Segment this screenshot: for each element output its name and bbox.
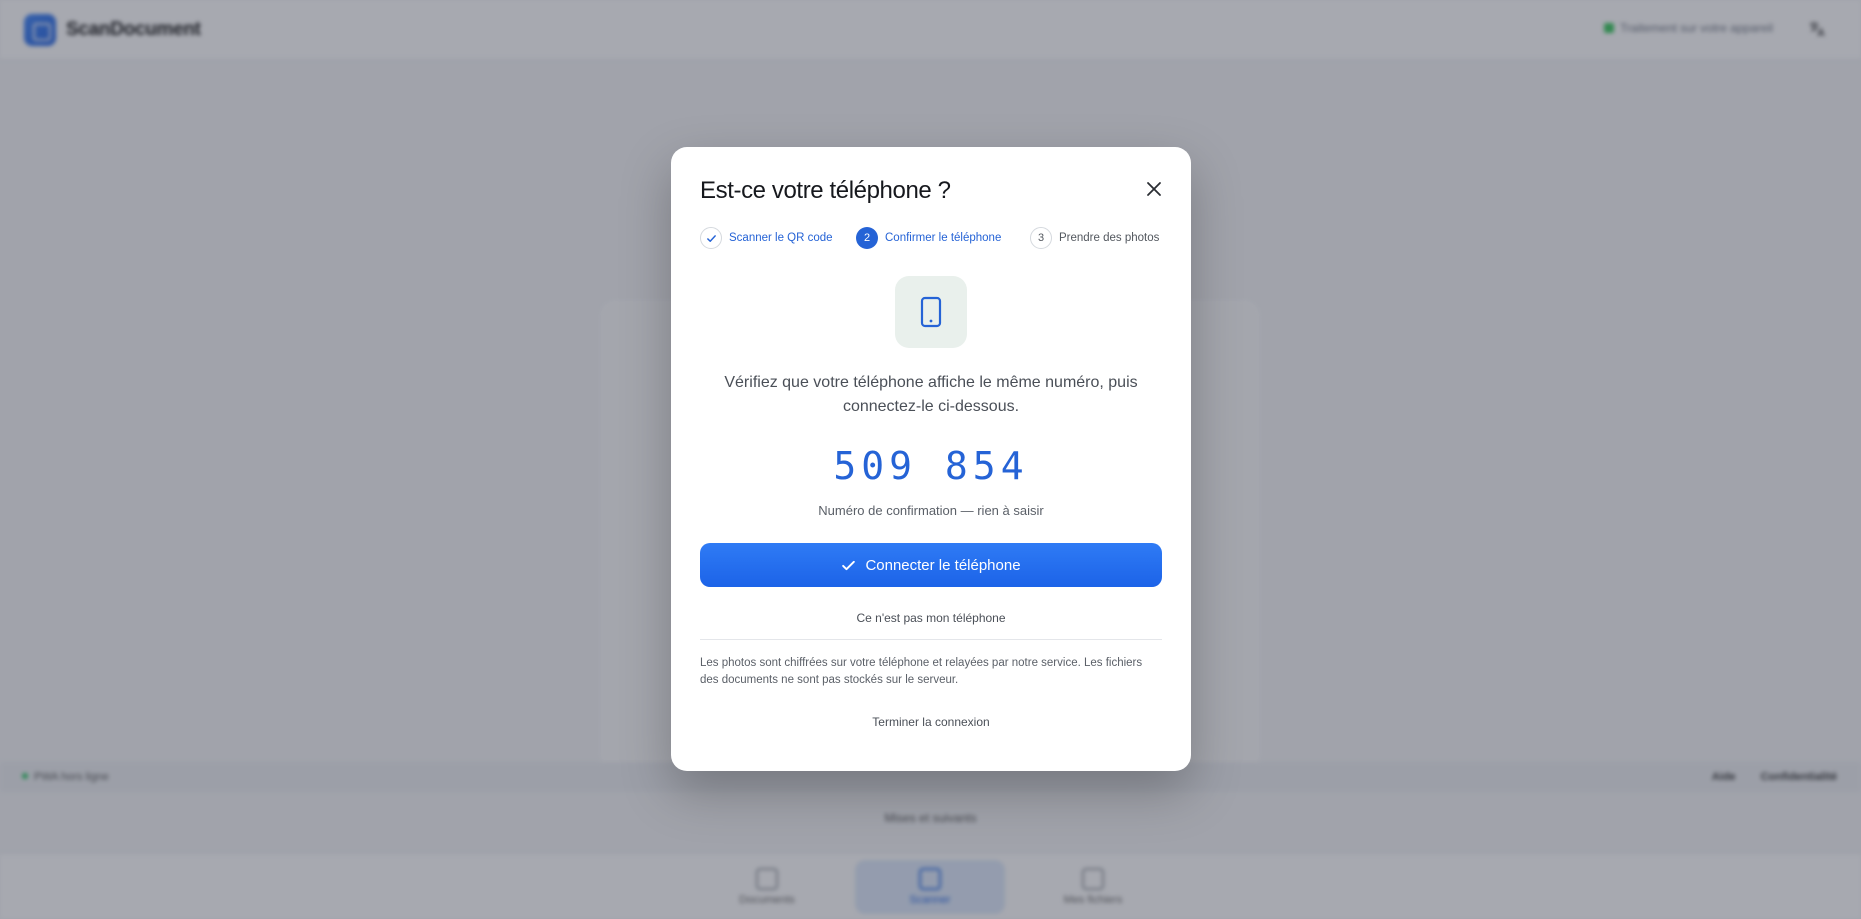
step-2-number: 2 bbox=[856, 227, 878, 249]
stepper: Scanner le QR code 2 Confirmer le téléph… bbox=[700, 227, 1164, 249]
connect-phone-button[interactable]: Connecter le téléphone bbox=[700, 543, 1162, 587]
step-2-label: Confirmer le téléphone bbox=[885, 232, 1002, 244]
not-my-phone-link[interactable]: Ce n'est pas mon téléphone bbox=[700, 611, 1162, 625]
instruction-text: Vérifiez que votre téléphone affiche le … bbox=[724, 374, 1138, 415]
dialog-title: Est-ce votre téléphone ? bbox=[700, 177, 951, 204]
smartphone-icon bbox=[920, 296, 942, 328]
step-1-label: Scanner le QR code bbox=[729, 232, 833, 244]
step-scan-qr: Scanner le QR code bbox=[700, 227, 833, 249]
confirmation-code-label: Numéro de confirmation — rien à saisir bbox=[818, 503, 1044, 518]
check-icon bbox=[700, 227, 722, 249]
step-take-photos: 3 Prendre des photos bbox=[1030, 227, 1159, 249]
phone-icon-tile bbox=[895, 276, 967, 348]
confirmation-code: 509 854 bbox=[833, 444, 1029, 488]
step-confirm-phone: 2 Confirmer le téléphone bbox=[856, 227, 1001, 249]
close-icon[interactable] bbox=[1145, 180, 1163, 198]
end-connection-link[interactable]: Terminer la connexion bbox=[700, 715, 1162, 729]
privacy-note: Les photos sont chiffrées sur votre télé… bbox=[700, 657, 1143, 686]
connect-phone-label: Connecter le téléphone bbox=[865, 556, 1021, 574]
check-icon bbox=[842, 560, 856, 570]
step-3-number: 3 bbox=[1030, 227, 1052, 249]
step-3-label: Prendre des photos bbox=[1059, 232, 1160, 244]
confirm-phone-dialog: Est-ce votre téléphone ? Scanner le QR c… bbox=[671, 147, 1191, 771]
divider bbox=[700, 639, 1162, 640]
